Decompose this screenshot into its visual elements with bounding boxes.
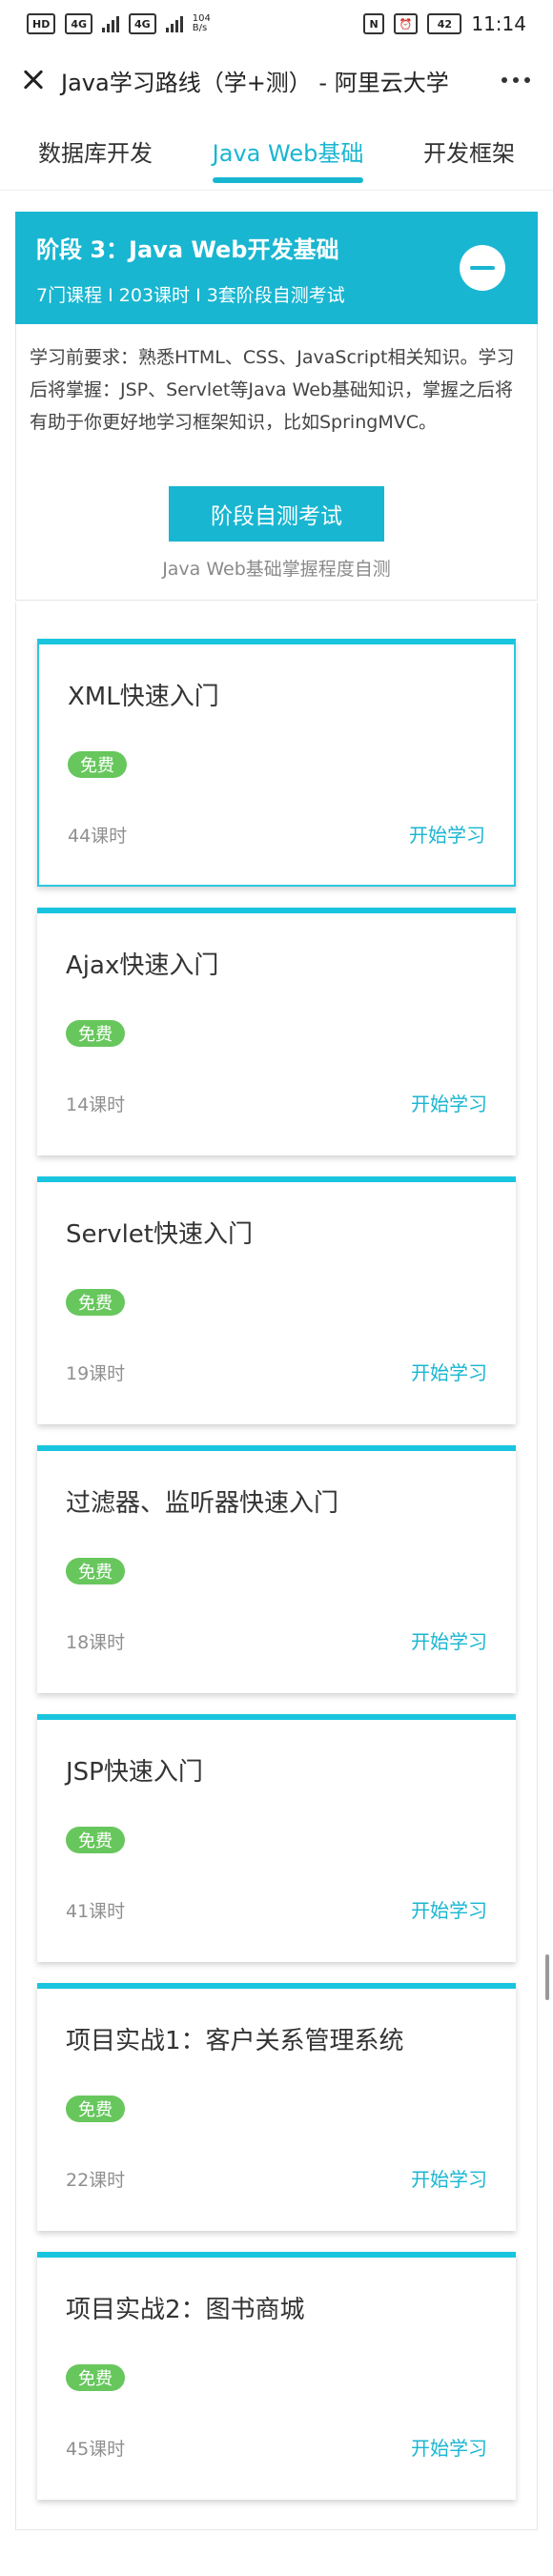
status-right: N ⏰ 42 11:14 (363, 12, 526, 35)
free-badge: 免费 (66, 1289, 125, 1316)
start-learning-link[interactable]: 开始学习 (411, 1895, 487, 1923)
course-title: 过滤器、监听器快速入门 (66, 1489, 339, 1518)
title-bar: Java学习路线（学+测） - 阿里云大学 (0, 48, 553, 112)
course-lessons: 18课时 (66, 1632, 126, 1653)
stage-meta: 7门课程 I 203课时 I 3套阶段自测考试 (36, 285, 345, 306)
start-learning-link[interactable]: 开始学习 (411, 2433, 487, 2461)
course-tabs: 数据库开发 Java Web基础 开发框架 (0, 112, 553, 191)
free-badge: 免费 (68, 751, 127, 778)
free-badge: 免费 (66, 1020, 125, 1047)
network-speed: 104 B/s (193, 14, 211, 33)
minus-circle-icon[interactable] (460, 245, 505, 291)
course-lessons: 22课时 (66, 2170, 126, 2191)
alarm-icon: ⏰ (393, 13, 419, 34)
course-lessons: 45课时 (66, 2439, 126, 2460)
course-card[interactable]: Ajax快速入门 免费 14课时 开始学习 (37, 908, 516, 1155)
signal-icon-2 (165, 15, 183, 32)
status-bar: HD 4G 4G 104 B/s N ⏰ 42 11:14 (0, 0, 553, 48)
course-title: Ajax快速入门 (66, 951, 219, 980)
stage-body: 学习前要求：熟悉HTML、CSS、JavaScript相关知识。学习后将掌握：J… (15, 324, 538, 601)
course-lessons: 19课时 (66, 1363, 126, 1384)
scrollbar-thumb[interactable] (545, 1954, 549, 2000)
course-lessons: 14课时 (66, 1094, 126, 1115)
tab-framework[interactable]: 开发框架 (423, 115, 515, 187)
course-title: 项目实战1：客户关系管理系统 (66, 2027, 404, 2055)
course-card[interactable]: JSP快速入门 免费 41课时 开始学习 (37, 1714, 516, 1962)
course-card[interactable]: 项目实战2：图书商城 免费 45课时 开始学习 (37, 2252, 516, 2500)
close-icon[interactable] (17, 64, 50, 96)
stage-exam-caption: Java Web基础掌握程度自测 (162, 559, 391, 580)
course-card[interactable]: 过滤器、监听器快速入门 免费 18课时 开始学习 (37, 1445, 516, 1693)
stage-title: 阶段 3：Java Web开发基础 (36, 236, 339, 263)
free-badge: 免费 (66, 2096, 125, 2122)
course-card[interactable]: 项目实战1：客户关系管理系统 免费 22课时 开始学习 (37, 1983, 516, 2231)
course-title: JSP快速入门 (66, 1758, 203, 1787)
stage-header: 阶段 3：Java Web开发基础 7门课程 I 203课时 I 3套阶段自测考… (15, 212, 538, 324)
start-learning-link[interactable]: 开始学习 (409, 820, 485, 848)
stage-description: 学习前要求：熟悉HTML、CSS、JavaScript相关知识。学习后将掌握：J… (30, 347, 515, 433)
course-title: Servlet快速入门 (66, 1220, 253, 1249)
course-list: XML快速入门 免费 44课时 开始学习 Ajax快速入门 免费 14课时 开始… (15, 603, 538, 2530)
start-learning-link[interactable]: 开始学习 (411, 1358, 487, 1385)
time: 11:14 (471, 12, 526, 35)
signal-icon-1 (102, 15, 120, 32)
course-card[interactable]: XML快速入门 免费 44课时 开始学习 (37, 639, 516, 887)
nfc-icon: N (363, 13, 384, 34)
free-badge: 免费 (66, 1558, 125, 1584)
free-badge: 免费 (66, 1827, 125, 1853)
course-title: XML快速入门 (68, 683, 219, 711)
tab-database[interactable]: 数据库开发 (38, 115, 153, 187)
network-4g-icon-1: 4G (65, 13, 93, 34)
start-learning-link[interactable]: 开始学习 (411, 1626, 487, 1654)
start-learning-link[interactable]: 开始学习 (411, 2164, 487, 2192)
status-left: HD 4G 4G 104 B/s (27, 13, 211, 34)
course-lessons: 41课时 (66, 1901, 126, 1922)
battery-icon: 42 (427, 13, 462, 34)
hd-icon: HD (27, 13, 56, 34)
free-badge: 免费 (66, 2364, 125, 2391)
course-card[interactable]: Servlet快速入门 免费 19课时 开始学习 (37, 1176, 516, 1424)
tab-java-web[interactable]: Java Web基础 (212, 115, 363, 187)
more-icon[interactable] (502, 77, 536, 83)
page-title: Java学习路线（学+测） - 阿里云大学 (61, 69, 449, 96)
network-4g-icon-2: 4G (129, 13, 156, 34)
course-lessons: 44课时 (68, 826, 128, 847)
course-title: 项目实战2：图书商城 (66, 2296, 305, 2324)
start-learning-link[interactable]: 开始学习 (411, 1089, 487, 1116)
stage-exam-button[interactable]: 阶段自测考试 (169, 486, 384, 542)
speed-unit: B/s (192, 23, 208, 33)
